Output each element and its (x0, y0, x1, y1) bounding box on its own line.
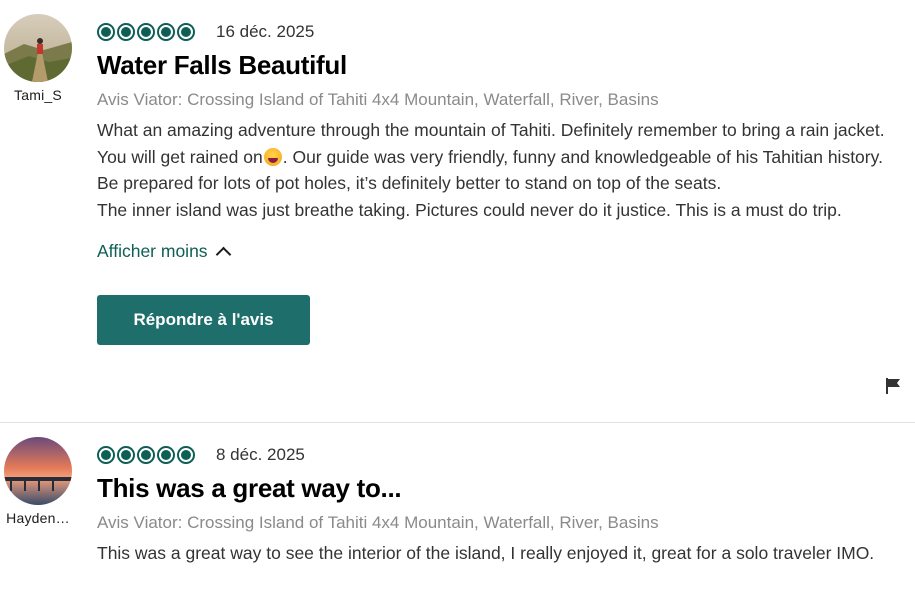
review-card: Hayden… 8 déc. 2025 This was a great way… (0, 423, 915, 601)
rating-bubble-icon (157, 446, 175, 464)
laughing-crying-emoji-icon (263, 147, 282, 166)
review-meta: 8 déc. 2025 (97, 444, 905, 466)
username[interactable]: Hayden… (2, 510, 74, 526)
chevron-up-icon (215, 246, 231, 262)
review-title[interactable]: This was a great way to... (97, 473, 905, 503)
flag-icon[interactable] (883, 376, 903, 396)
username[interactable]: Tami_S (2, 87, 74, 103)
rating-bubble-icon (117, 446, 135, 464)
review-meta: 16 déc. 2025 (97, 21, 905, 43)
review-card: Tami_S 16 déc. 2025 Water Falls Beautifu… (0, 0, 915, 423)
show-less-label: Afficher moins (97, 241, 208, 261)
rating-bubble-icon (157, 23, 175, 41)
rating-bubble-icon (97, 23, 115, 41)
rating-bubble-icon (177, 23, 195, 41)
avatar[interactable] (4, 14, 72, 82)
review-source: Avis Viator: Crossing Island of Tahiti 4… (97, 513, 659, 532)
review-title[interactable]: Water Falls Beautiful (97, 50, 905, 80)
rating-bubble-icon (137, 23, 155, 41)
review-content: 16 déc. 2025 Water Falls Beautiful Avis … (97, 21, 905, 345)
avatar[interactable] (4, 437, 72, 505)
rating-bubble-icon (97, 446, 115, 464)
review-content: 8 déc. 2025 This was a great way to... A… (97, 444, 905, 567)
rating-bubbles (97, 446, 195, 464)
reviewer-profile[interactable]: Hayden… (2, 437, 74, 526)
show-less-link[interactable]: Afficher moins (97, 241, 231, 262)
reviewer-profile[interactable]: Tami_S (2, 14, 74, 103)
review-body-text: The inner island was just breathe taking… (97, 199, 842, 220)
review-body: What an amazing adventure through the mo… (97, 117, 897, 223)
review-body: This was a great way to see the interior… (97, 543, 875, 563)
review-date: 16 déc. 2025 (216, 22, 315, 41)
rating-bubble-icon (117, 23, 135, 41)
review-date: 8 déc. 2025 (216, 445, 305, 464)
rating-bubble-icon (177, 446, 195, 464)
rating-bubbles (97, 23, 195, 41)
review-source: Avis Viator: Crossing Island of Tahiti 4… (97, 90, 659, 109)
rating-bubble-icon (137, 446, 155, 464)
reply-button[interactable]: Répondre à l'avis (97, 295, 310, 345)
